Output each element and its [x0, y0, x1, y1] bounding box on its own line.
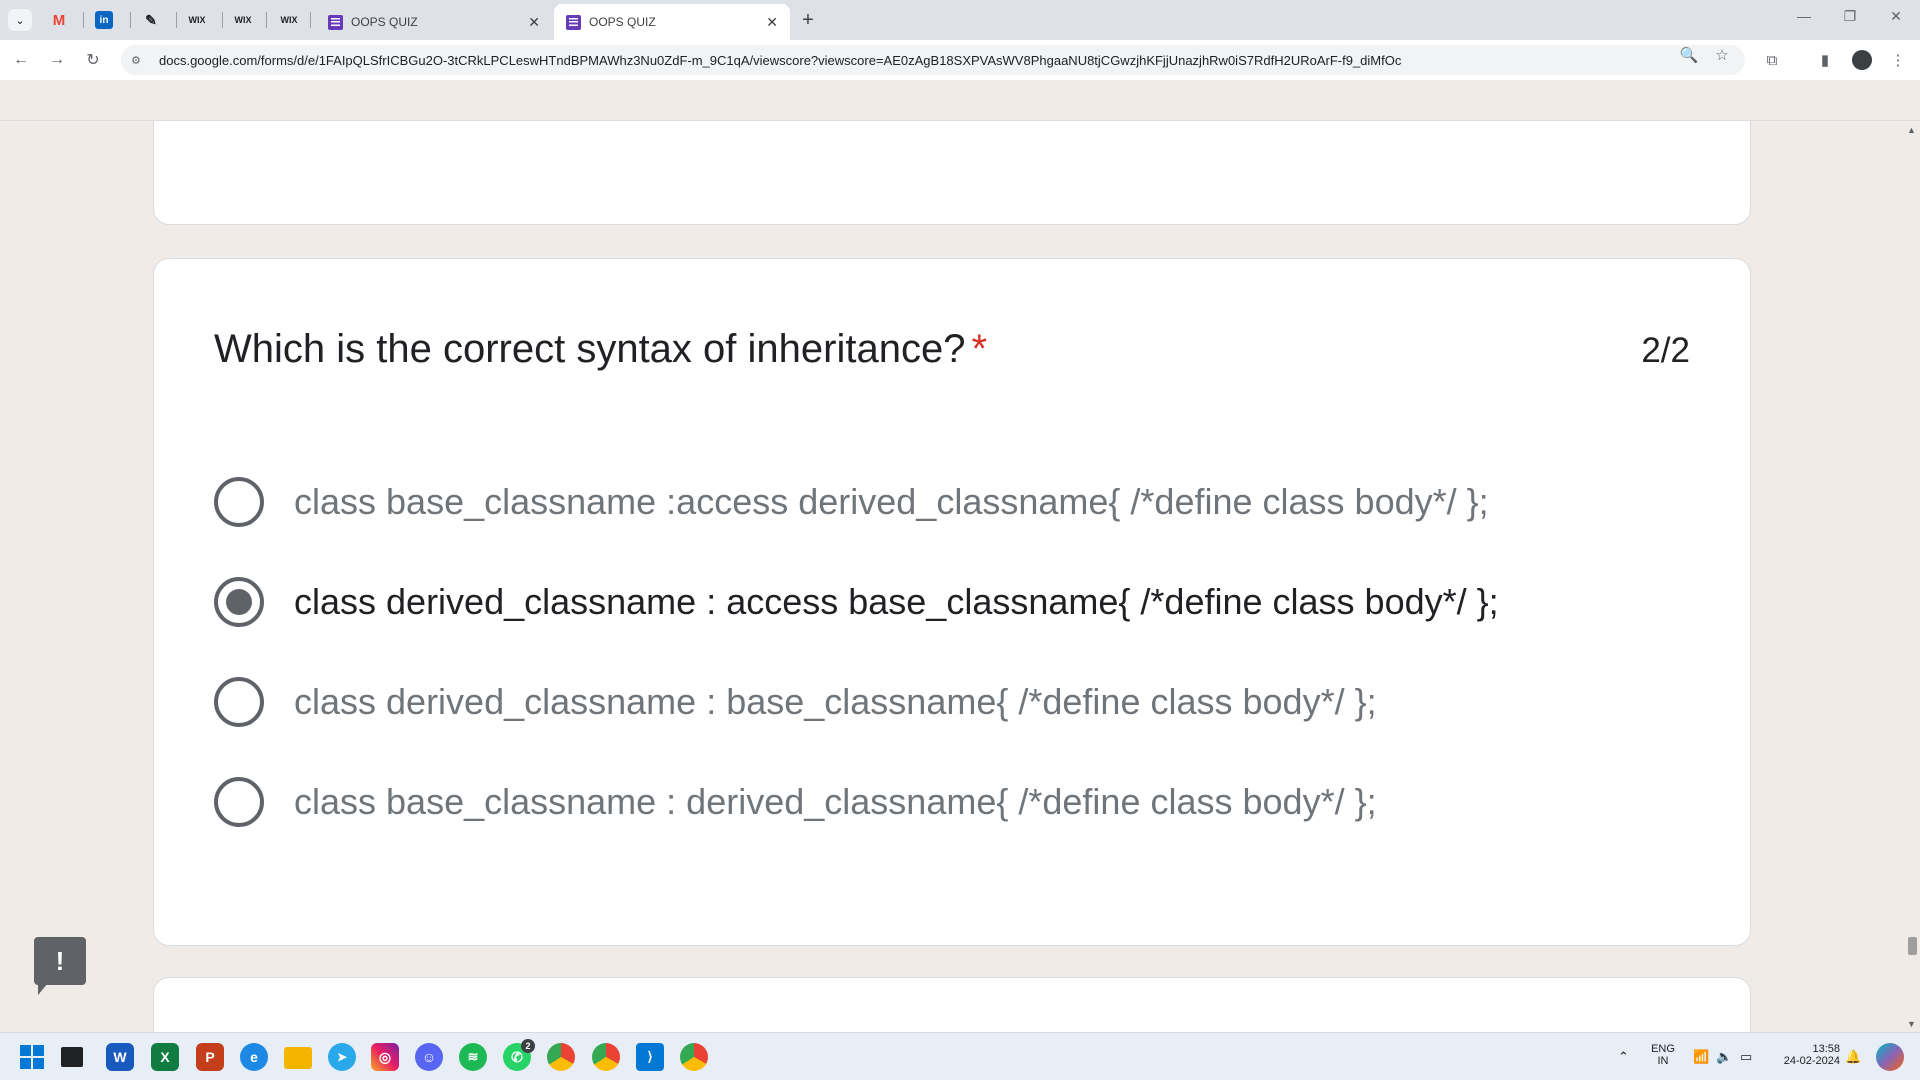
profile-avatar[interactable] [1852, 50, 1872, 70]
menu-kebab-icon[interactable]: ⋮ [1887, 49, 1909, 71]
address-bar[interactable]: ⚙ docs.google.com/forms/d/e/1FAIpQLSfrIC… [121, 45, 1745, 75]
show-hidden-icons-chevron-icon[interactable]: ⌃ [1618, 1049, 1629, 1065]
chrome-icon[interactable] [547, 1043, 575, 1071]
form-page: Which is the correct syntax of inheritan… [0, 121, 1920, 1032]
tab-oops-quiz-1[interactable]: OOPS QUIZ ✕ [316, 4, 552, 40]
browser-tab-strip: ⌄ M in ✎ WIX WIX WIX OOPS QUIZ ✕ OOPS QU… [0, 0, 1920, 40]
tab-separator [83, 12, 84, 28]
instagram-icon[interactable]: ◎ [371, 1043, 399, 1071]
start-icon[interactable] [18, 1043, 46, 1071]
answer-option[interactable]: class base_classname :access derived_cla… [214, 474, 1489, 530]
language-indicator[interactable]: ENG IN [1648, 1043, 1678, 1067]
tab-separator [222, 12, 223, 28]
wix-icon[interactable]: WIX [232, 9, 254, 31]
url-text[interactable]: docs.google.com/forms/d/e/1FAIpQLSfrICBG… [159, 53, 1401, 68]
question-text: Which is the correct syntax of inheritan… [214, 327, 966, 371]
close-tab-icon[interactable]: ✕ [766, 14, 778, 31]
vscode-icon[interactable]: ⟩ [636, 1043, 664, 1071]
notification-bell-icon[interactable]: 🔔 [1845, 1049, 1861, 1065]
answer-option-selected[interactable]: class derived_classname : access base_cl… [214, 574, 1499, 630]
whatsapp-icon[interactable]: ✆ 2 [503, 1039, 535, 1071]
tab-separator [176, 12, 177, 28]
region-code: IN [1657, 1055, 1669, 1067]
option-label: class derived_classname : access base_cl… [294, 581, 1499, 622]
scroll-up-icon[interactable]: ▲ [1907, 125, 1916, 135]
option-label: class derived_classname : base_classname… [294, 681, 1377, 722]
telegram-icon[interactable]: ➤ [328, 1043, 356, 1071]
tab-oops-quiz-2[interactable]: OOPS QUIZ ✕ [554, 4, 790, 40]
close-tab-icon[interactable]: ✕ [528, 14, 540, 31]
google-forms-icon [328, 14, 343, 30]
pen-icon[interactable]: ✎ [140, 9, 162, 31]
folder-icon[interactable] [284, 1047, 312, 1069]
wix-icon[interactable]: WIX [186, 9, 208, 31]
option-label: class base_classname : derived_classname… [294, 781, 1377, 822]
answer-option[interactable]: class derived_classname : base_classname… [214, 674, 1377, 730]
tab-separator [266, 12, 267, 28]
notification-badge: 2 [521, 1039, 535, 1053]
clock-time: 13:58 [1812, 1043, 1840, 1055]
discord-icon[interactable]: ☺ [415, 1043, 443, 1071]
browser-toolbar: ← → ↻ ⚙ docs.google.com/forms/d/e/1FAIpQ… [0, 40, 1920, 80]
new-tab-button[interactable]: + [795, 7, 821, 33]
minimize-icon[interactable]: — [1792, 8, 1816, 24]
tab-search-chevron-icon[interactable]: ⌄ [8, 9, 32, 31]
forward-icon[interactable]: → [46, 49, 68, 71]
option-label: class base_classname :access derived_cla… [294, 481, 1489, 522]
next-question-card [153, 977, 1751, 1032]
gmail-icon[interactable]: M [48, 9, 70, 31]
report-feedback-button[interactable]: ! [34, 937, 86, 995]
radio-button-checked[interactable] [214, 577, 264, 627]
clock-date: 24-02-2024 [1783, 1055, 1840, 1067]
zoom-icon[interactable]: 🔍 [1679, 46, 1699, 64]
word-icon[interactable]: W [106, 1043, 134, 1071]
volume-icon[interactable]: 🔈 [1716, 1049, 1732, 1065]
reload-icon[interactable]: ↻ [82, 49, 104, 71]
radio-button[interactable] [214, 777, 264, 827]
restore-icon[interactable]: ❐ [1838, 8, 1862, 25]
spotify-icon[interactable]: ≋ [459, 1043, 487, 1071]
site-info-icon[interactable]: ⚙ [131, 54, 147, 67]
copilot-icon[interactable] [1876, 1043, 1904, 1071]
edge-icon[interactable]: e [240, 1043, 268, 1071]
powerpoint-icon[interactable]: P [196, 1043, 224, 1071]
clock[interactable]: 13:58 24-02-2024 [1770, 1043, 1840, 1067]
linkedin-icon[interactable]: in [95, 11, 113, 29]
excel-icon[interactable]: X [151, 1043, 179, 1071]
tab-title: OOPS QUIZ [351, 15, 418, 29]
close-window-icon[interactable]: ✕ [1884, 8, 1908, 25]
radio-button[interactable] [214, 477, 264, 527]
tab-title: OOPS QUIZ [589, 15, 656, 29]
answer-option[interactable]: class base_classname : derived_classname… [214, 774, 1377, 830]
scrollbar-thumb[interactable] [1908, 937, 1917, 955]
question-title: Which is the correct syntax of inheritan… [214, 327, 987, 372]
language-code: ENG [1651, 1043, 1675, 1055]
required-asterisk: * [971, 327, 988, 371]
wifi-icon[interactable]: 📶 [1693, 1049, 1709, 1065]
page-scrollbar[interactable]: ▲ ▼ [1904, 121, 1920, 1032]
chrome-profile2-icon[interactable] [680, 1043, 708, 1071]
google-forms-icon [566, 14, 581, 30]
windows-taskbar: W X P e ➤ ◎ ☺ ≋ ✆ 2 ⟩ ⌃ ENG IN 📶 🔈 ▭ 13:… [0, 1032, 1920, 1080]
question-card: Which is the correct syntax of inheritan… [153, 258, 1751, 946]
tab-separator [310, 12, 311, 28]
scroll-down-icon[interactable]: ▼ [1907, 1019, 1916, 1029]
battery-icon[interactable]: ▭ [1740, 1049, 1752, 1065]
bookmark-star-icon[interactable]: ☆ [1712, 46, 1732, 64]
radio-button[interactable] [214, 677, 264, 727]
question-score: 2/2 [1641, 331, 1690, 370]
extensions-icon[interactable]: ⧉ [1761, 49, 1783, 71]
wix-icon[interactable]: WIX [278, 9, 300, 31]
back-icon[interactable]: ← [10, 49, 32, 71]
previous-question-card [153, 121, 1751, 225]
tab-separator [130, 12, 131, 28]
side-panel-icon[interactable]: ▮ [1814, 49, 1836, 71]
task-view-icon[interactable] [61, 1047, 83, 1067]
chrome-profile-icon[interactable] [592, 1043, 620, 1071]
